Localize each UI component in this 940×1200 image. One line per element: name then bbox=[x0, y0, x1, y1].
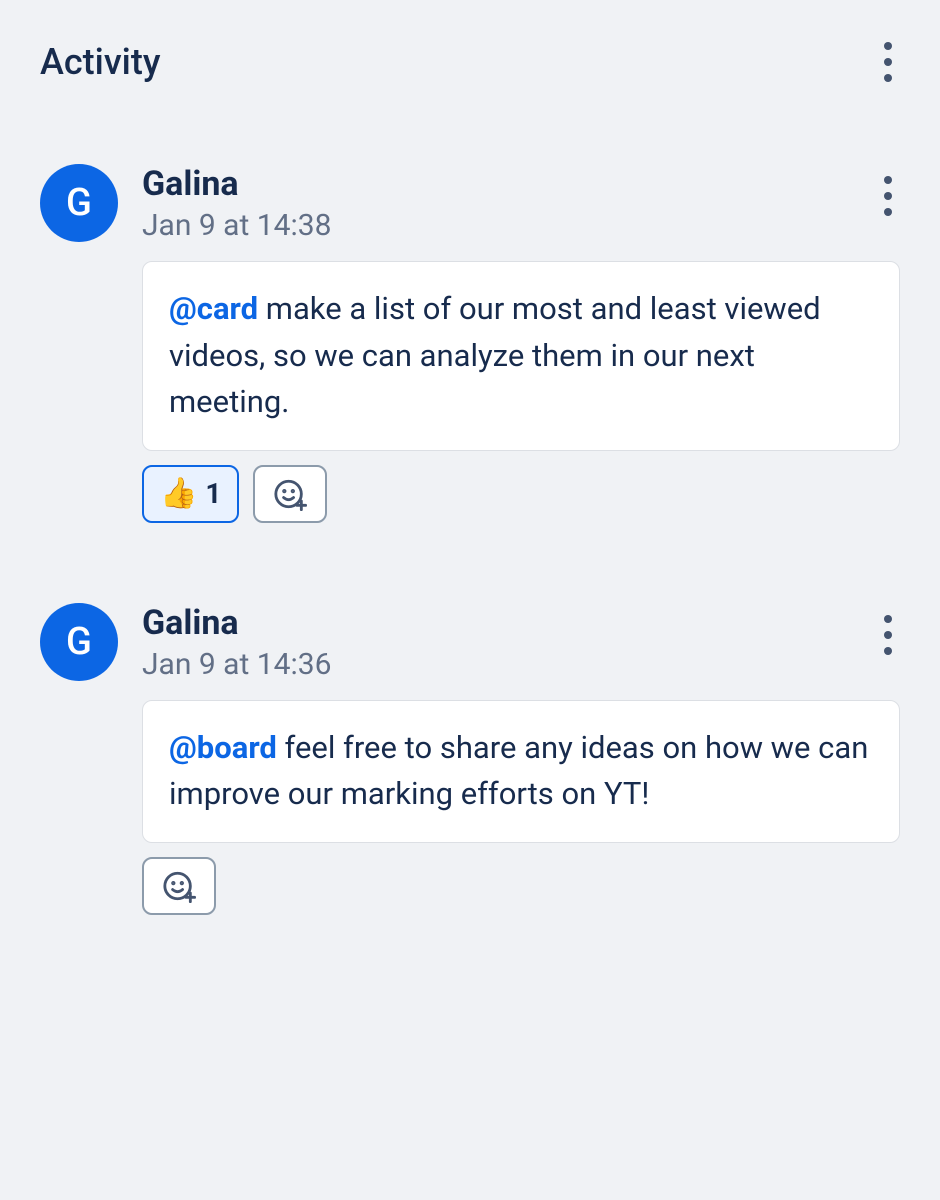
reactions-row bbox=[142, 857, 900, 915]
kebab-dot-icon bbox=[884, 176, 892, 184]
avatar[interactable]: G bbox=[40, 603, 118, 681]
section-menu-button[interactable] bbox=[876, 30, 900, 94]
kebab-dot-icon bbox=[884, 208, 892, 216]
avatar[interactable]: G bbox=[40, 164, 118, 242]
comment-text: make a list of our most and least viewed… bbox=[169, 290, 821, 420]
add-reaction-button[interactable] bbox=[253, 465, 327, 523]
activity-header: Activity bbox=[40, 30, 900, 94]
author-info: Galina Jan 9 at 14:36 bbox=[142, 603, 331, 700]
author-name: Galina bbox=[142, 603, 331, 643]
add-emoji-icon bbox=[162, 869, 196, 903]
comment-body: @board feel free to share any ideas on h… bbox=[142, 700, 900, 843]
section-title: Activity bbox=[40, 41, 160, 83]
kebab-dot-icon bbox=[884, 615, 892, 623]
author-row: Galina Jan 9 at 14:36 bbox=[142, 603, 900, 700]
thumbs-up-icon: 👍 bbox=[160, 476, 197, 511]
author-name: Galina bbox=[142, 164, 331, 204]
author-row: Galina Jan 9 at 14:38 bbox=[142, 164, 900, 261]
comment-body: @card make a list of our most and least … bbox=[142, 261, 900, 451]
kebab-dot-icon bbox=[884, 631, 892, 639]
activity-content: Galina Jan 9 at 14:38 @card make a list … bbox=[142, 164, 900, 523]
kebab-dot-icon bbox=[884, 192, 892, 200]
add-emoji-icon bbox=[273, 477, 307, 511]
activity-item: G Galina Jan 9 at 14:38 @card make a lis… bbox=[40, 164, 900, 523]
reactions-row: 👍 1 bbox=[142, 465, 900, 523]
reaction-button[interactable]: 👍 1 bbox=[142, 465, 239, 523]
kebab-dot-icon bbox=[884, 74, 892, 82]
author-info: Galina Jan 9 at 14:38 bbox=[142, 164, 331, 261]
kebab-dot-icon bbox=[884, 58, 892, 66]
comment-timestamp: Jan 9 at 14:38 bbox=[142, 208, 331, 243]
kebab-dot-icon bbox=[884, 647, 892, 655]
activity-content: Galina Jan 9 at 14:36 @board feel free t… bbox=[142, 603, 900, 915]
comment-menu-button[interactable] bbox=[876, 164, 900, 228]
mention-link[interactable]: @board bbox=[169, 729, 277, 766]
kebab-dot-icon bbox=[884, 42, 892, 50]
comment-timestamp: Jan 9 at 14:36 bbox=[142, 647, 331, 682]
reaction-count: 1 bbox=[205, 477, 221, 510]
activity-item: G Galina Jan 9 at 14:36 @board feel free… bbox=[40, 603, 900, 915]
add-reaction-button[interactable] bbox=[142, 857, 216, 915]
mention-link[interactable]: @card bbox=[169, 290, 258, 327]
comment-menu-button[interactable] bbox=[876, 603, 900, 667]
